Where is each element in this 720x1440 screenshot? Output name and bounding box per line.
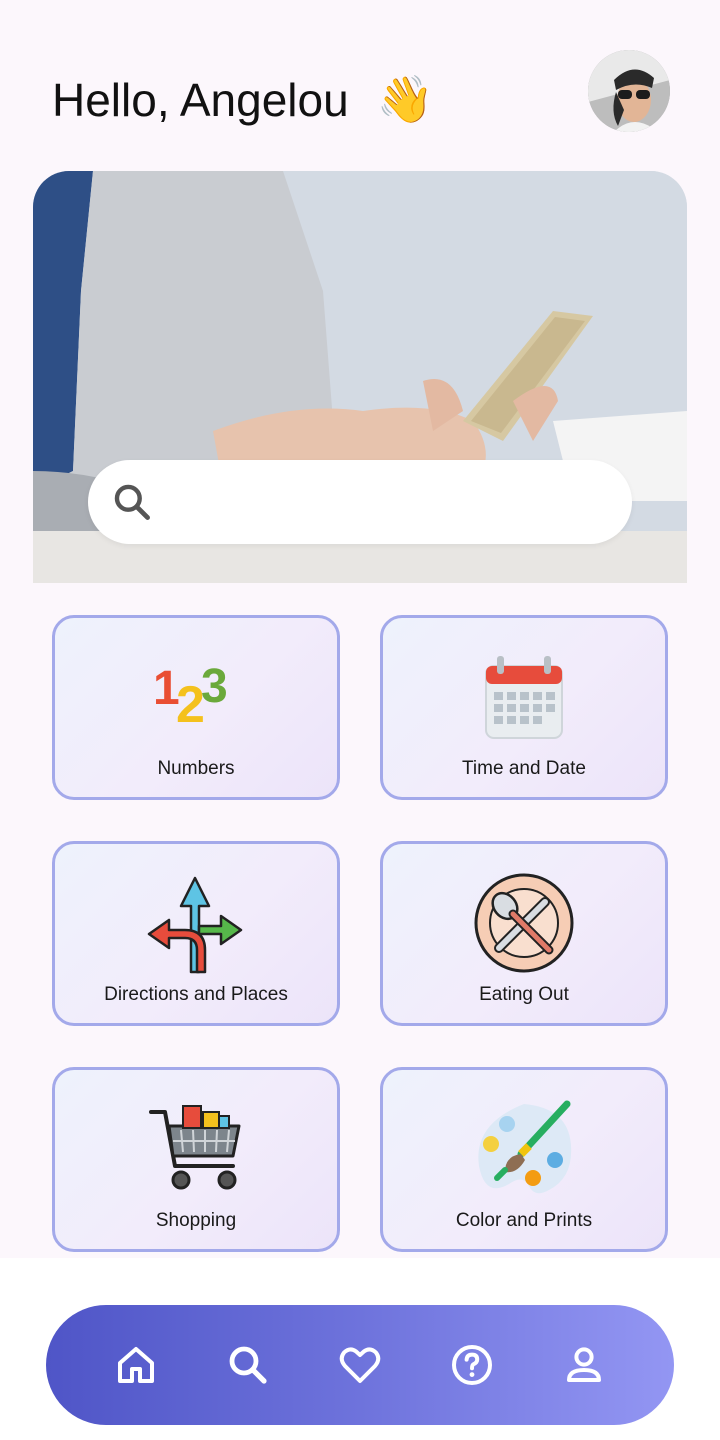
- palette-icon: [469, 1094, 579, 1204]
- greeting-heading: Hello, Angelou 👋: [52, 72, 434, 127]
- help-icon[interactable]: [448, 1341, 496, 1389]
- home-screen: Hello, Angelou 👋 1 2 3 Numbers Time and …: [0, 0, 720, 1440]
- svg-text:3: 3: [201, 660, 228, 713]
- card-label: Numbers: [157, 758, 235, 779]
- card-label: Eating Out: [479, 984, 569, 1005]
- card-label: Time and Date: [462, 758, 586, 779]
- category-card-numbers[interactable]: 1 2 3 Numbers: [52, 615, 340, 800]
- search-bar[interactable]: [88, 460, 632, 544]
- card-label: Directions and Places: [104, 984, 288, 1005]
- calendar-icon: [469, 642, 579, 752]
- card-label: Color and Prints: [455, 1210, 593, 1231]
- shopping-cart-icon: [141, 1094, 251, 1204]
- greeting-text: Hello, Angelou: [52, 73, 349, 126]
- category-card-time-and-date[interactable]: Time and Date: [380, 615, 668, 800]
- eating-out-icon: [469, 868, 579, 978]
- numbers-icon: 1 2 3: [141, 642, 251, 752]
- search-icon[interactable]: [224, 1341, 272, 1389]
- avatar-photo: [588, 50, 670, 132]
- profile-icon[interactable]: [560, 1341, 608, 1389]
- home-icon[interactable]: [112, 1341, 160, 1389]
- card-label: Shopping: [155, 1210, 237, 1231]
- category-card-color-and-prints[interactable]: Color and Prints: [380, 1067, 668, 1252]
- category-card-directions-and-places[interactable]: Directions and Places: [52, 841, 340, 1026]
- directions-icon: [141, 868, 251, 978]
- category-card-shopping[interactable]: Shopping: [52, 1067, 340, 1252]
- bottom-navigation: [46, 1305, 674, 1425]
- category-card-eating-out[interactable]: Eating Out: [380, 841, 668, 1026]
- heart-icon[interactable]: [336, 1341, 384, 1389]
- avatar[interactable]: [588, 50, 670, 132]
- waving-hand-icon: 👋: [376, 73, 434, 125]
- search-icon: [110, 480, 154, 529]
